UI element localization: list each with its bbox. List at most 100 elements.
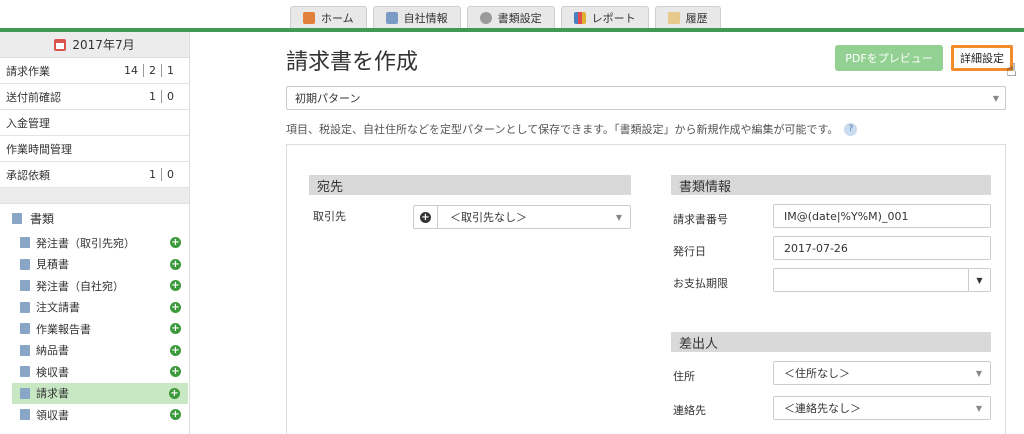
tab-history[interactable]: 履歴 — [654, 6, 721, 28]
sidebar-doc-order-confirmation[interactable]: 注文請書 + — [0, 297, 189, 319]
doc-label: 発注書（取引先宛） — [36, 236, 135, 250]
sidebar-doc-delivery-note[interactable]: 納品書 + — [0, 340, 189, 362]
client-value: ＜取引先なし＞ — [450, 211, 527, 224]
client-label: 取引先 — [313, 210, 346, 223]
sidebar-item-work-time[interactable]: 作業時間管理 — [0, 136, 189, 162]
issue-date-label: 発行日 — [673, 245, 706, 258]
month-label: 2017年7月 — [72, 38, 135, 52]
home-icon — [303, 11, 315, 24]
document-icon — [20, 323, 30, 335]
add-icon[interactable]: + — [170, 301, 181, 313]
hint-text: 項目、税設定、自社住所などを定型パターンとして保存できます。「書類設定」から新規… — [286, 123, 839, 136]
document-icon — [20, 387, 30, 399]
building-icon — [385, 11, 398, 24]
sidebar: 2017年7月 請求作業 14 2 1 送付前確認 1 0 入金管理 作業時間管… — [0, 32, 190, 434]
documents-header: 書類 — [0, 204, 189, 232]
invoice-number-label: 請求書番号 — [673, 213, 728, 226]
chevron-down-icon: ▼ — [975, 403, 982, 413]
sidebar-item-approval-request[interactable]: 承認依頼 1 0 — [0, 162, 189, 188]
count-total: 1 — [149, 168, 156, 181]
contact-label: 連絡先 — [673, 404, 706, 417]
count-badges: 1 0 — [144, 168, 179, 181]
section-sender: 差出人 — [671, 332, 991, 352]
add-icon[interactable]: + — [170, 237, 181, 249]
folder-icon — [12, 212, 22, 224]
section-document-info: 書類情報 — [671, 175, 991, 195]
issue-date-input[interactable]: 2017-07-26 — [773, 236, 991, 260]
tab-company-info[interactable]: 自社情報 — [372, 6, 461, 28]
tab-label: ホーム — [321, 11, 354, 25]
top-navigation: ホーム 自社情報 書類設定 レポート 履歴 — [0, 0, 1024, 32]
count-badges: 1 0 — [144, 90, 179, 103]
pattern-hint: 項目、税設定、自社住所などを定型パターンとして保存できます。「書類設定」から新規… — [286, 121, 858, 137]
sidebar-item-label: 承認依頼 — [6, 168, 50, 182]
nav-tabs: ホーム 自社情報 書類設定 レポート 履歴 — [290, 6, 721, 28]
tab-label: 自社情報 — [403, 11, 448, 25]
contact-select[interactable]: ＜連絡先なし＞ ▼ — [773, 396, 991, 420]
client-select[interactable]: + ＜取引先なし＞ ▼ — [413, 205, 631, 229]
add-icon[interactable]: + — [170, 366, 181, 378]
document-icon — [20, 344, 30, 356]
sidebar-doc-purchase-order-client[interactable]: 発注書（取引先宛） + — [0, 232, 189, 254]
sidebar-doc-work-report[interactable]: 作業報告書 + — [0, 318, 189, 340]
add-icon[interactable]: + — [169, 387, 180, 399]
doc-label: 作業報告書 — [36, 322, 91, 336]
tab-report[interactable]: レポート — [560, 6, 649, 28]
document-icon — [20, 258, 30, 270]
tab-label: レポート — [591, 11, 636, 25]
count-total: 1 — [149, 90, 156, 103]
month-header[interactable]: 2017年7月 — [0, 32, 189, 58]
tab-document-settings[interactable]: 書類設定 — [466, 6, 555, 28]
pdf-preview-button[interactable]: PDFをプレビュー — [835, 45, 943, 71]
count-pending: 0 — [161, 168, 179, 181]
due-date-input[interactable]: ▼ — [773, 268, 991, 292]
section-recipient: 宛先 — [309, 175, 631, 195]
help-icon[interactable]: ? — [844, 122, 858, 136]
doc-label: 見積書 — [36, 258, 69, 272]
invoice-number-input[interactable]: IM@(date|%Y%M)_001 — [773, 204, 991, 228]
document-icon — [20, 409, 30, 421]
add-client-button[interactable]: + — [414, 206, 438, 228]
detail-settings-button[interactable]: 詳細設定 — [951, 45, 1013, 71]
sidebar-doc-invoice[interactable]: 請求書 + — [12, 382, 188, 404]
sidebar-doc-receipt[interactable]: 領収書 + — [0, 404, 189, 426]
sidebar-item-label: 作業時間管理 — [6, 142, 72, 156]
issue-date-value: 2017-07-26 — [784, 241, 848, 255]
add-icon[interactable]: + — [170, 323, 181, 335]
sidebar-item-label: 請求作業 — [6, 64, 50, 78]
address-select[interactable]: ＜住所なし＞ ▼ — [773, 361, 991, 385]
document-icon — [20, 366, 30, 378]
tab-label: 書類設定 — [497, 11, 542, 25]
tab-label: 履歴 — [685, 11, 708, 25]
plus-circle-icon: + — [420, 211, 431, 223]
add-icon[interactable]: + — [170, 280, 181, 292]
add-icon[interactable]: + — [170, 258, 181, 270]
sidebar-item-pre-send-check[interactable]: 送付前確認 1 0 — [0, 84, 189, 110]
invoice-number-value: IM@(date|%Y%M)_001 — [784, 209, 909, 223]
doc-label: 請求書 — [36, 387, 69, 401]
add-icon[interactable]: + — [170, 344, 181, 356]
main-content: 請求書を作成 PDFをプレビュー 詳細設定 ☝ 初期パターン ▼ 項目、税設定、… — [190, 32, 1024, 434]
calendar-icon — [54, 38, 67, 51]
address-label: 住所 — [673, 370, 695, 383]
doc-label: 検収書 — [36, 365, 69, 379]
document-icon — [20, 237, 30, 249]
count-pending: 0 — [161, 90, 179, 103]
chevron-down-icon: ▼ — [975, 368, 982, 378]
sidebar-doc-purchase-order-self[interactable]: 発注書（自社宛） + — [0, 275, 189, 297]
sidebar-doc-estimate[interactable]: 見積書 + — [0, 254, 189, 276]
chevron-down-icon: ▼ — [615, 212, 622, 222]
history-icon — [667, 11, 680, 24]
pattern-select[interactable]: 初期パターン ▼ — [286, 86, 1006, 110]
sidebar-item-payment-management[interactable]: 入金管理 — [0, 110, 189, 136]
sidebar-doc-inspection[interactable]: 検収書 + — [0, 361, 189, 383]
count-pending: 2 — [143, 64, 161, 77]
documents-title: 書類 — [30, 211, 55, 226]
pattern-value: 初期パターン — [295, 92, 361, 105]
tab-home[interactable]: ホーム — [290, 6, 367, 28]
sidebar-item-label: 送付前確認 — [6, 90, 61, 104]
chevron-down-icon: ▼ — [992, 93, 999, 103]
add-icon[interactable]: + — [170, 409, 181, 421]
due-date-dropdown-button[interactable]: ▼ — [968, 269, 990, 291]
sidebar-item-billing-work[interactable]: 請求作業 14 2 1 — [0, 58, 189, 84]
